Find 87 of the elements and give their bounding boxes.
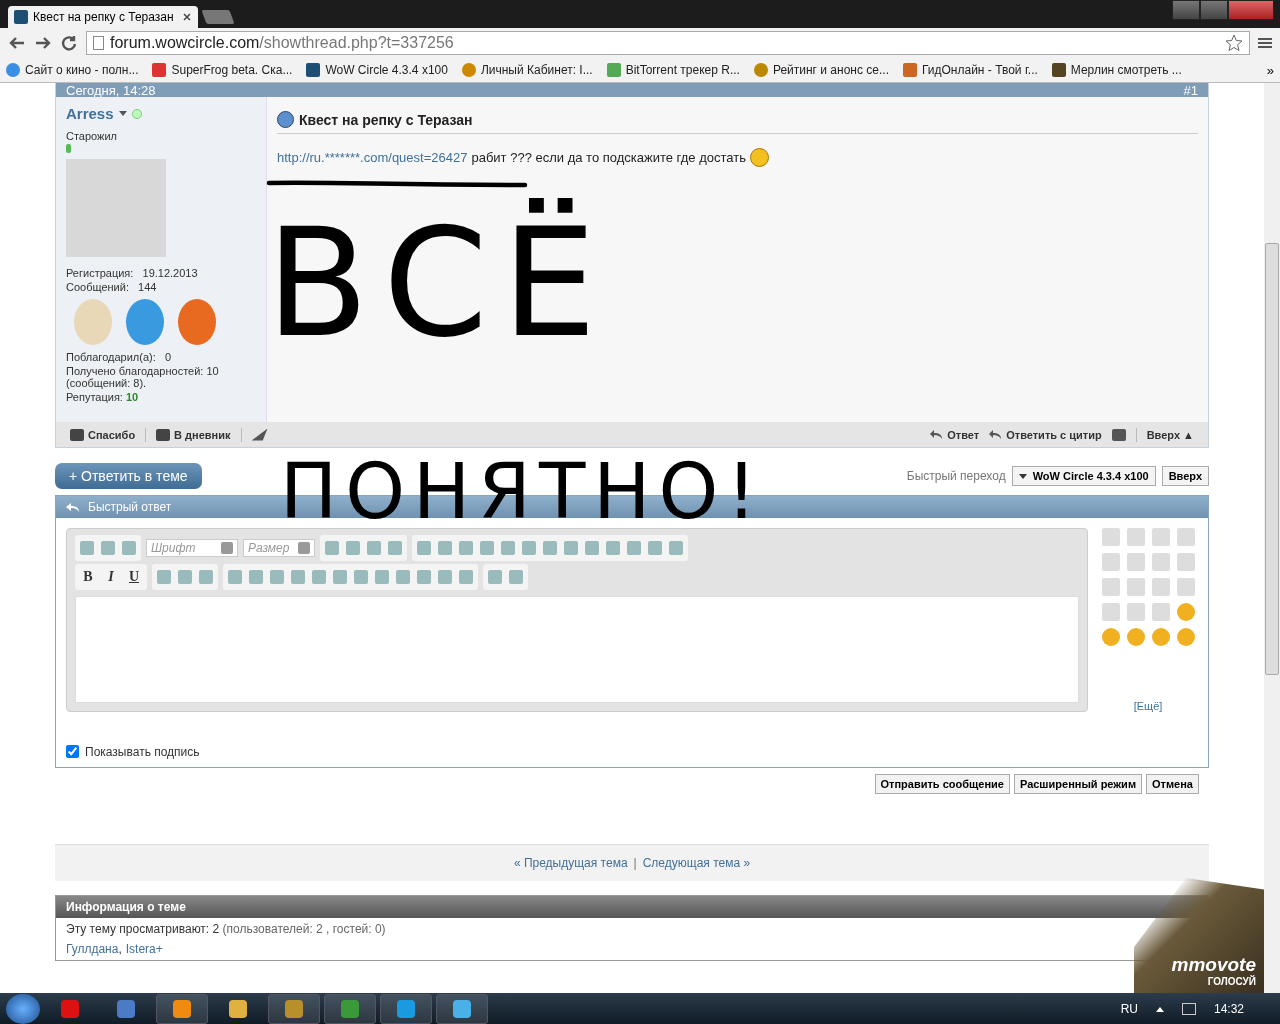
maximize-button[interactable] — [1200, 0, 1228, 20]
user-rank: Старожил — [66, 130, 118, 142]
viewers-text: Эту тему просматривают: 2 (пользователей: 2 , гостей: 0) — [66, 922, 387, 936]
bookmark[interactable]: WoW Circle 4.3.4 x100 — [306, 63, 448, 77]
prev-thread-link[interactable]: « Предыдущая тема — [513, 856, 628, 870]
start-button[interactable] — [6, 994, 40, 1024]
next-thread-link[interactable]: Следующая тема » — [642, 856, 751, 870]
close-icon[interactable] — [182, 12, 192, 22]
scrollbar[interactable] — [1264, 83, 1280, 993]
forum-select[interactable]: WoW Circle 4.3.4 x100 — [1011, 466, 1156, 486]
post-action-link[interactable]: Вверх ▲ — [1146, 428, 1194, 441]
user-link[interactable]: Istera+ — [125, 942, 163, 956]
url-text: forum.wowcircle.com/showthread.php?t=337256 — [110, 34, 454, 52]
panel-title: Быстрый ответ — [88, 500, 172, 514]
favicon-icon — [753, 63, 768, 77]
bookmark[interactable]: Сайт о кино - полн... — [6, 63, 139, 77]
user-stat: Сообщений: 144 — [66, 281, 158, 293]
taskbar-app[interactable] — [156, 994, 208, 1024]
ad-caption: ГОЛОСУЙ — [1207, 976, 1256, 987]
favicon-icon — [6, 63, 20, 77]
favicon-icon — [461, 63, 476, 77]
taskbar-app[interactable] — [436, 994, 488, 1024]
separator: , — [118, 942, 122, 956]
close-button[interactable] — [1228, 0, 1274, 20]
reputation: Репутация: 10 — [66, 391, 140, 403]
submit-button[interactable]: Отправить сообщение — [874, 774, 1010, 794]
post-text: рабит ??? если да то подскажите где достать — [471, 150, 746, 165]
bookmark[interactable]: Личный Кабинет: I... — [461, 63, 593, 77]
message-input[interactable] — [75, 596, 1079, 703]
post-action-link[interactable]: Спасибо — [70, 428, 136, 441]
signature-checkbox[interactable] — [66, 745, 79, 758]
clock[interactable]: 14:32 — [1213, 1002, 1244, 1016]
advanced-mode-button[interactable]: Расширенный режим — [1013, 774, 1143, 794]
top-button[interactable]: Вверх — [1161, 466, 1209, 486]
bookmark[interactable]: ГидОнлайн - Твой г... — [903, 63, 1038, 77]
tray-arrow-icon[interactable] — [1155, 1006, 1164, 1012]
more-bookmarks-chevron[interactable]: » — [1266, 62, 1274, 78]
address-bar[interactable]: forum.wowcircle.com/showthread.php?t=337256 — [86, 31, 1250, 55]
reply-to-thread-button[interactable]: + Ответить в теме — [55, 463, 202, 489]
format-button[interactable]: B — [80, 569, 96, 585]
handwritten-text: ВСЁ — [266, 195, 611, 372]
favicon-icon — [1051, 63, 1066, 77]
language-indicator[interactable]: RU — [1120, 1002, 1138, 1016]
reload-icon[interactable] — [60, 34, 78, 52]
bookmark[interactable]: Мерлин смотреть ... — [1051, 63, 1182, 77]
post-date: Сегодня, 14:28 — [66, 85, 156, 97]
quick-nav-label: Быстрый переход — [906, 469, 1006, 483]
tab-title: Квест на репку с Теразан — [33, 10, 175, 24]
format-button[interactable]: U — [126, 569, 142, 585]
favicon-icon — [306, 63, 321, 77]
bookmark[interactable]: BitTorrent трекер R... — [606, 63, 740, 77]
cancel-button[interactable]: Отмена — [1146, 774, 1199, 794]
post-action-link[interactable]: Ответ — [930, 428, 980, 441]
format-button[interactable]: I — [103, 569, 119, 585]
info-title: Информация о теме — [66, 900, 186, 914]
ad-logo: mmovote — [1171, 954, 1256, 975]
username-link[interactable]: Arress — [66, 105, 114, 122]
bookmark[interactable]: SuperFrog beta. Ска... — [152, 63, 293, 77]
handwritten-text: ПОНЯТНО! — [280, 452, 765, 532]
taskbar-app[interactable] — [268, 994, 320, 1024]
favicon-icon — [606, 63, 621, 77]
caret-icon[interactable] — [118, 111, 127, 116]
post-title: Квест на репку с Теразан — [299, 111, 473, 128]
separator: | — [633, 856, 637, 870]
browser-tab[interactable]: Квест на репку с Теразан — [8, 6, 198, 28]
checkbox-label: Показывать подпись — [85, 744, 200, 759]
thanks-received: Получено благодарностей: 10 (сообщений: 8). — [66, 365, 220, 389]
quest-link[interactable]: http://ru.*******.com/quest=26427 — [277, 150, 468, 165]
site-logo-icon — [14, 10, 28, 24]
new-tab-button[interactable] — [201, 10, 235, 24]
menu-icon[interactable] — [1258, 37, 1272, 49]
user-stat: Регистрация: 19.12.2013 — [66, 267, 199, 279]
thanked-count: Поблагодарил(а): 0 — [66, 351, 172, 363]
taskbar-app[interactable] — [380, 994, 432, 1024]
favicon-icon — [152, 63, 167, 77]
more-smilies-link[interactable]: [Ещё] — [1133, 700, 1163, 712]
page-icon — [93, 36, 104, 50]
reply-arrow-icon — [66, 501, 80, 513]
bookmark[interactable]: Рейтинг и анонс се... — [753, 63, 889, 77]
rank-bar-icon — [66, 144, 71, 153]
favicon-icon — [903, 63, 917, 77]
minimize-button[interactable] — [1172, 0, 1200, 20]
caret-icon — [1018, 473, 1027, 479]
reply-arrow-icon — [930, 429, 944, 440]
post-action-link[interactable]: В дневник — [156, 428, 231, 441]
vote-ad-banner[interactable]: mmovote ГОЛОСУЙ — [1134, 878, 1264, 993]
post-action-link[interactable]: Ответить с цитир — [989, 428, 1102, 441]
